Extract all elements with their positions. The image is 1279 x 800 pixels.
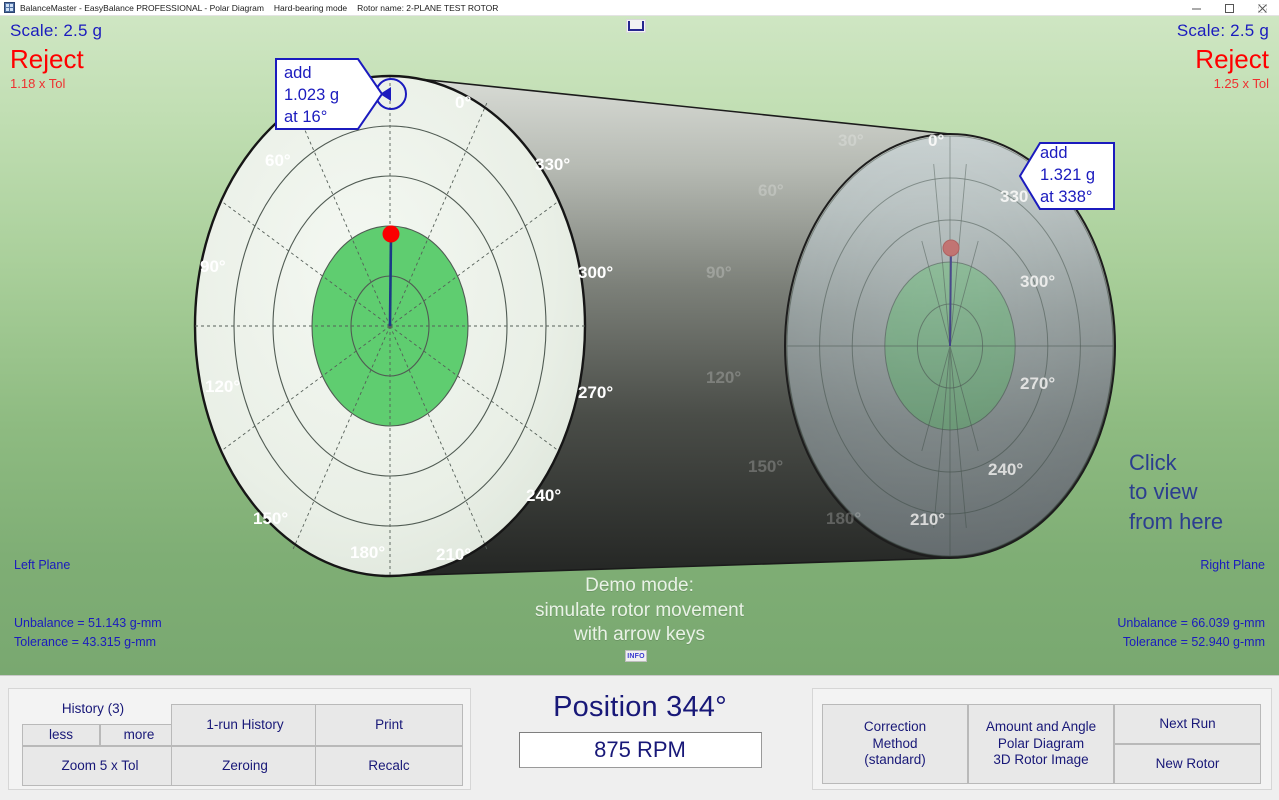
right-tolerance-factor: 1.25 x Tol	[1177, 76, 1269, 91]
right-plane-readout: Scale: 2.5 g Reject 1.25 x Tol	[1177, 21, 1269, 91]
svg-text:210°: 210°	[910, 510, 945, 529]
rotor-name-label: Rotor name: 2-PLANE TEST ROTOR	[357, 3, 498, 13]
window-title: BalanceMaster - EasyBalance PROFESSIONAL…	[20, 3, 264, 13]
svg-text:300°: 300°	[1020, 272, 1055, 291]
svg-text:330°: 330°	[535, 155, 570, 174]
window-controls	[1180, 0, 1279, 16]
svg-text:0°: 0°	[455, 93, 471, 112]
callout-left-line3: at 16°	[284, 107, 327, 128]
zoom-tolerance-button[interactable]: Zoom 5 x Tol	[22, 746, 178, 786]
close-icon[interactable]	[1246, 0, 1279, 16]
left-verdict-badge: Reject	[10, 43, 102, 76]
rotor-position-value: Position 344°	[480, 691, 800, 724]
display-mode-line3: 3D Rotor Image	[993, 752, 1088, 769]
click-hint-line2: to view	[1129, 477, 1269, 506]
svg-text:90°: 90°	[200, 257, 226, 276]
recalc-button[interactable]: Recalc	[315, 746, 463, 786]
history-count-label: History (3)	[13, 701, 173, 716]
svg-text:150°: 150°	[748, 457, 783, 476]
next-run-button[interactable]: Next Run	[1114, 704, 1261, 744]
left-tolerance-factor: 1.18 x Tol	[10, 76, 102, 91]
position-readout: Position 344° 875 RPM	[480, 691, 800, 768]
minimize-icon[interactable]	[1180, 0, 1213, 16]
toolbar-left-group: History (3) less more 1-run History Prin…	[8, 688, 471, 790]
callout-right-line1: add	[1040, 143, 1068, 164]
svg-text:270°: 270°	[1020, 374, 1055, 393]
correction-method-line3: (standard)	[864, 752, 926, 769]
callout-right-line2: 1.321 g	[1040, 165, 1095, 186]
click-to-view-hint[interactable]: Click to view from here	[1129, 448, 1269, 536]
title-bar: BalanceMaster - EasyBalance PROFESSIONAL…	[0, 0, 1279, 16]
bottom-toolbar: History (3) less more 1-run History Prin…	[0, 675, 1279, 800]
svg-text:60°: 60°	[265, 151, 291, 170]
callout-left-line2: 1.023 g	[284, 85, 339, 106]
left-scale-label: Scale: 2.5 g	[10, 21, 102, 41]
history-less-button[interactable]: less	[22, 724, 100, 746]
new-rotor-button[interactable]: New Rotor	[1114, 744, 1261, 784]
click-hint-line3: from here	[1129, 507, 1269, 536]
demo-line1: Demo mode:	[0, 574, 1279, 599]
maximize-icon[interactable]	[1213, 0, 1246, 16]
svg-text:120°: 120°	[205, 377, 240, 396]
correction-method-button[interactable]: Correction Method (standard)	[822, 704, 968, 784]
right-verdict-badge: Reject	[1177, 43, 1269, 76]
svg-text:240°: 240°	[988, 460, 1023, 479]
zeroing-button[interactable]: Zeroing	[171, 746, 319, 786]
svg-text:60°: 60°	[758, 181, 784, 200]
click-hint-line1: Click	[1129, 448, 1269, 477]
svg-text:240°: 240°	[526, 486, 561, 505]
left-plane-readout: Scale: 2.5 g Reject 1.18 x Tol	[10, 21, 102, 91]
one-run-history-button[interactable]: 1-run History	[171, 704, 319, 746]
display-mode-button[interactable]: Amount and Angle Polar Diagram 3D Rotor …	[968, 704, 1114, 784]
toolbar-right-group: Correction Method (standard) Amount and …	[812, 688, 1272, 790]
svg-text:180°: 180°	[350, 543, 385, 562]
demo-mode-message: Demo mode: simulate rotor movement with …	[0, 574, 1279, 648]
app-icon	[4, 2, 15, 13]
right-scale-label: Scale: 2.5 g	[1177, 21, 1269, 41]
correction-method-line1: Correction	[864, 719, 926, 736]
display-mode-line2: Polar Diagram	[998, 736, 1084, 753]
svg-text:120°: 120°	[706, 368, 741, 387]
info-button[interactable]: INFO	[625, 650, 647, 662]
svg-text:30°: 30°	[838, 131, 864, 150]
svg-text:270°: 270°	[578, 383, 613, 402]
display-mode-line1: Amount and Angle	[986, 719, 1096, 736]
print-button[interactable]: Print	[315, 704, 463, 746]
bearing-mode-label: Hard-bearing mode	[274, 3, 347, 13]
svg-text:210°: 210°	[436, 545, 471, 564]
svg-text:150°: 150°	[253, 509, 288, 528]
speed-readout-field[interactable]: 875 RPM	[519, 732, 762, 768]
correction-method-line2: Method	[872, 736, 917, 753]
demo-line3: with arrow keys	[0, 623, 1279, 648]
demo-line2: simulate rotor movement	[0, 599, 1279, 624]
right-plane-label: Right Plane	[1200, 558, 1265, 572]
svg-text:0°: 0°	[928, 131, 944, 150]
svg-text:300°: 300°	[578, 263, 613, 282]
callout-left-line1: add	[284, 63, 312, 84]
polar-diagram-canvas[interactable]: 0° 330° 300° 270° 240° 210° 30° 60° 90° …	[0, 16, 1279, 675]
application-window: BalanceMaster - EasyBalance PROFESSIONAL…	[0, 0, 1279, 800]
left-plane-label: Left Plane	[14, 558, 70, 572]
callout-right-line3: at 338°	[1040, 187, 1092, 208]
history-more-button[interactable]: more	[100, 724, 178, 746]
svg-text:90°: 90°	[706, 263, 732, 282]
svg-text:180°: 180°	[826, 509, 861, 528]
